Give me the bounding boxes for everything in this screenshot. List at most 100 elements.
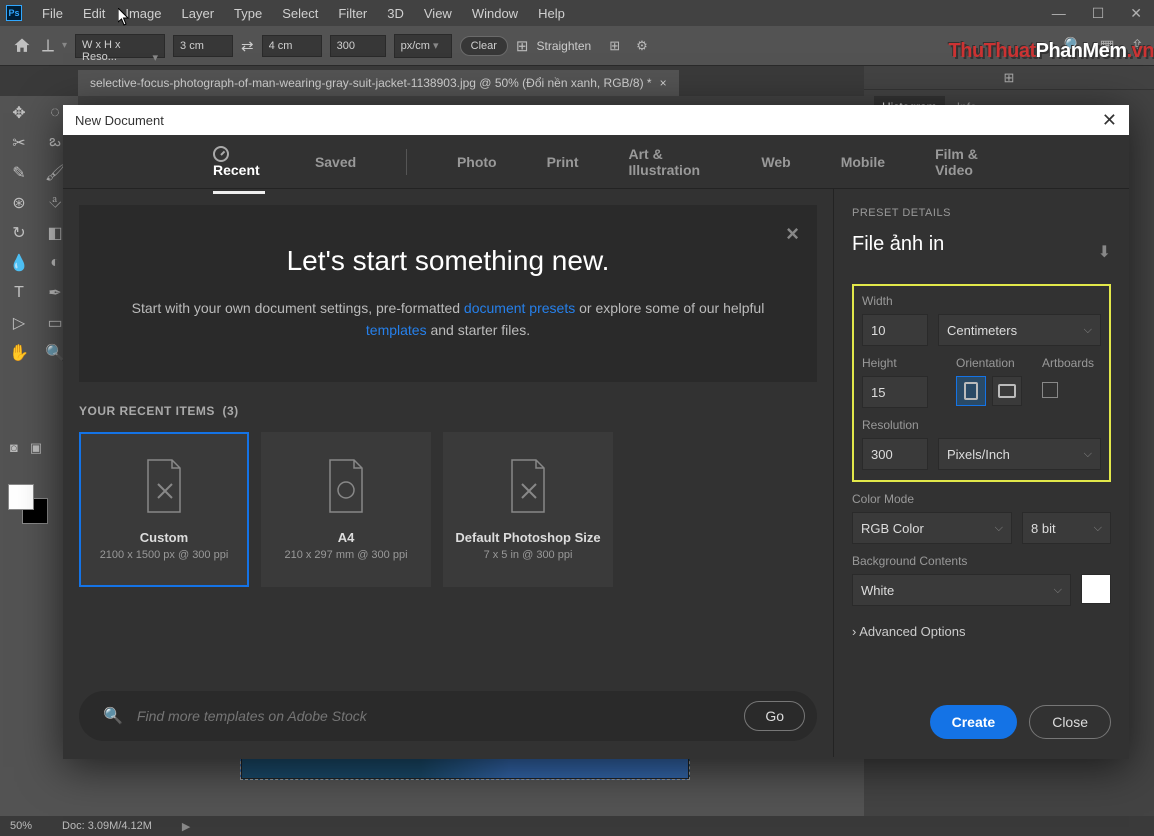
recent-items-heading: YOUR RECENT ITEMS (3) <box>79 404 817 418</box>
search-bar: 🔍 Go <box>79 691 817 741</box>
new-document-dialog: New Document ✕ Recent Saved Photo Print … <box>63 105 1129 759</box>
crop-height-input[interactable] <box>262 35 322 57</box>
foreground-color[interactable] <box>8 484 34 510</box>
preset-name: A4 <box>338 530 355 545</box>
healing-tool[interactable]: ⊛ <box>4 190 34 216</box>
document-tab[interactable]: selective-focus-photograph-of-man-wearin… <box>78 70 679 96</box>
swap-dimensions-icon[interactable]: ⇄ <box>241 37 254 55</box>
grid-options-icon[interactable]: ⊞ <box>609 38 620 54</box>
watermark: ThuThuatPhanMem.vn <box>949 40 1154 63</box>
window-controls: — ☐ ✕ <box>1046 5 1148 22</box>
dialog-title: New Document <box>75 113 164 128</box>
close-button[interactable]: Close <box>1029 705 1111 739</box>
hero-panel: × Let's start something new. Start with … <box>79 205 817 382</box>
crop-width-input[interactable] <box>173 35 233 57</box>
crop-tool-icon: ⟂ <box>42 35 54 56</box>
orientation-portrait[interactable] <box>956 376 986 406</box>
hero-close-icon[interactable]: × <box>786 221 799 247</box>
crop-ratio-select[interactable]: W x H x Reso... ▾ <box>75 34 165 58</box>
color-mode-select[interactable]: RGB Color⌵ <box>852 512 1012 544</box>
orientation-label: Orientation <box>956 356 1022 370</box>
save-preset-icon[interactable]: ⬇ <box>1098 242 1111 262</box>
history-brush-tool[interactable]: ↻ <box>4 220 34 246</box>
menu-window[interactable]: Window <box>462 2 528 25</box>
menu-select[interactable]: Select <box>272 2 328 25</box>
straighten-label[interactable]: Straighten <box>537 39 592 53</box>
crop-tool[interactable]: ✂ <box>4 130 34 156</box>
menu-list: File Edit Image Layer Type Select Filter… <box>32 2 575 25</box>
hero-heading: Let's start something new. <box>109 245 787 277</box>
maximize-button[interactable]: ☐ <box>1086 5 1111 22</box>
document-icon <box>506 458 550 514</box>
menu-filter[interactable]: Filter <box>328 2 377 25</box>
tab-film[interactable]: Film & Video <box>935 146 999 178</box>
create-button[interactable]: Create <box>930 705 1018 739</box>
preset-default[interactable]: Default Photoshop Size 7 x 5 in @ 300 pp… <box>443 432 613 587</box>
menu-3d[interactable]: 3D <box>377 2 414 25</box>
go-button[interactable]: Go <box>744 701 805 731</box>
menu-view[interactable]: View <box>414 2 462 25</box>
resolution-input[interactable] <box>862 438 928 470</box>
height-input[interactable] <box>862 376 928 408</box>
close-window-button[interactable]: ✕ <box>1124 5 1148 22</box>
bg-color-swatch[interactable] <box>1081 574 1111 604</box>
artboards-checkbox[interactable] <box>1042 382 1058 398</box>
doc-size: Doc: 3.09M/4.12M <box>62 820 152 832</box>
blur-tool[interactable]: 💧 <box>4 250 34 276</box>
straighten-icon[interactable]: ⊞ <box>516 37 529 55</box>
tab-mobile[interactable]: Mobile <box>841 154 885 170</box>
close-tab-icon[interactable]: × <box>660 76 667 90</box>
resolution-unit-select[interactable]: Pixels/Inch⌵ <box>938 438 1101 470</box>
dialog-title-bar: New Document ✕ <box>63 105 1129 135</box>
preset-details-heading: PRESET DETAILS <box>852 207 1111 219</box>
menu-edit[interactable]: Edit <box>73 2 115 25</box>
clear-button[interactable]: Clear <box>460 36 508 56</box>
preset-custom[interactable]: Custom 2100 x 1500 px @ 300 ppi <box>79 432 249 587</box>
crop-unit-select[interactable]: px/cm ▾ <box>394 34 452 58</box>
width-unit-select[interactable]: Centimeters⌵ <box>938 314 1101 346</box>
panel-icon-a[interactable]: ⊞ <box>1004 70 1015 86</box>
gear-icon[interactable]: ⚙ <box>636 38 648 54</box>
orientation-landscape[interactable] <box>992 376 1022 406</box>
tab-print[interactable]: Print <box>547 154 579 170</box>
menu-image[interactable]: Image <box>115 2 171 25</box>
quick-mask-icon[interactable]: ◙ <box>10 440 18 456</box>
minimize-button[interactable]: — <box>1046 5 1072 22</box>
bg-contents-label: Background Contents <box>852 554 1111 568</box>
clock-icon <box>213 146 229 162</box>
preset-sub: 210 x 297 mm @ 300 ppi <box>284 549 407 561</box>
home-icon[interactable] <box>10 36 34 56</box>
screen-mode-icon[interactable]: ▣ <box>30 440 42 456</box>
bg-contents-select[interactable]: White⌵ <box>852 574 1071 606</box>
preset-name: Default Photoshop Size <box>455 530 600 545</box>
tab-recent[interactable]: Recent <box>213 146 265 178</box>
document-icon <box>324 458 368 514</box>
tab-web[interactable]: Web <box>761 154 790 170</box>
templates-link[interactable]: templates <box>366 322 427 338</box>
doc-presets-link[interactable]: document presets <box>464 300 575 316</box>
preset-name: Custom <box>140 530 188 545</box>
path-select-tool[interactable]: ▷ <box>4 310 34 336</box>
menu-help[interactable]: Help <box>528 2 575 25</box>
crop-res-input[interactable] <box>330 35 386 57</box>
tab-saved[interactable]: Saved <box>315 154 356 170</box>
hand-tool[interactable]: ✋ <box>4 340 34 366</box>
move-tool[interactable]: ✥ <box>4 100 34 126</box>
zoom-level[interactable]: 50% <box>10 820 32 832</box>
tab-art[interactable]: Art & Illustration <box>628 146 711 178</box>
advanced-options-toggle[interactable]: Advanced Options <box>852 624 1111 639</box>
search-input[interactable] <box>137 708 744 724</box>
menu-layer[interactable]: Layer <box>172 2 225 25</box>
color-depth-select[interactable]: 8 bit⌵ <box>1022 512 1111 544</box>
preset-a4[interactable]: A4 210 x 297 mm @ 300 ppi <box>261 432 431 587</box>
menu-type[interactable]: Type <box>224 2 272 25</box>
menu-file[interactable]: File <box>32 2 73 25</box>
tab-photo[interactable]: Photo <box>457 154 497 170</box>
width-label: Width <box>862 294 1101 308</box>
eyedropper-tool[interactable]: ✎ <box>4 160 34 186</box>
dialog-close-icon[interactable]: ✕ <box>1102 110 1117 131</box>
options-bar: ⟂ ▾ W x H x Reso... ▾ ⇄ px/cm ▾ Clear ⊞ … <box>0 26 1154 66</box>
type-tool[interactable]: T <box>4 280 34 306</box>
width-input[interactable] <box>862 314 928 346</box>
preset-name-input[interactable]: File ảnh in <box>852 233 944 256</box>
